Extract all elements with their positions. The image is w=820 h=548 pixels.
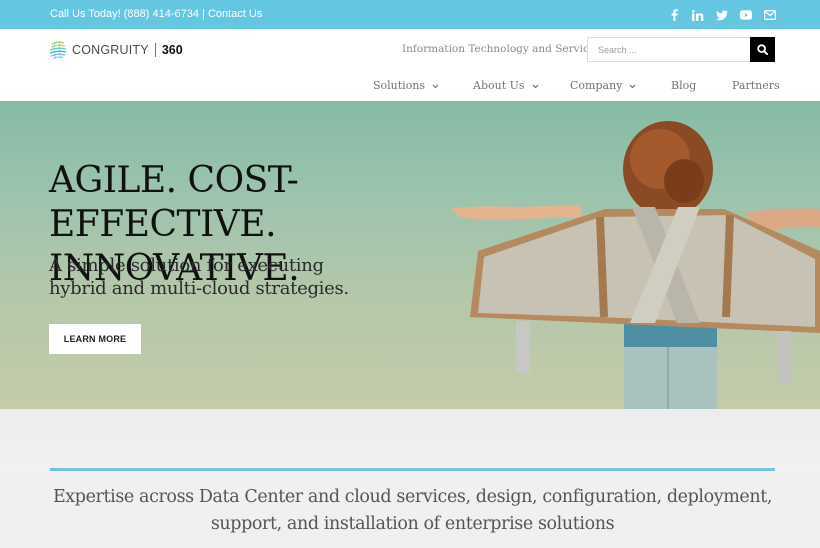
site-header: CONGRUITY 360 Information Technology and… [0, 29, 820, 101]
contact-us-link[interactable]: Contact Us [208, 8, 262, 20]
nav-item-partners[interactable]: Partners [732, 79, 780, 92]
chevron-down-icon [432, 84, 439, 89]
phone-text: Call Us Today! (888) 414-6734 | [50, 8, 208, 20]
logo-mark-icon [49, 41, 67, 60]
nav-item-label: Company [570, 79, 623, 92]
chevron-down-icon [629, 84, 636, 89]
site-logo[interactable]: CONGRUITY 360 [49, 39, 183, 61]
facebook-icon[interactable] [668, 8, 680, 22]
logo-wordmark: CONGRUITY [72, 43, 149, 57]
headline-line-1: AGILE. COST-EFFECTIVE. [49, 160, 299, 245]
subheadline-line-1: A simple solution for executing [49, 255, 324, 276]
nav-item-solutions[interactable]: Solutions [373, 79, 439, 92]
search-input[interactable] [588, 38, 751, 61]
expertise-line-2: support, and installation of enterprise … [210, 514, 615, 534]
nav-item-label: Partners [732, 79, 780, 92]
hero-banner: AGILE. COST-EFFECTIVE. INNOVATIVE. A sim… [0, 101, 820, 409]
contact-info: Call Us Today! (888) 414-6734 | Contact … [50, 8, 262, 20]
email-icon[interactable] [764, 8, 776, 22]
main-nav: Solutions About Us Company Blog Partners [0, 79, 820, 95]
expertise-line-1: Expertise across Data Center and cloud s… [52, 487, 773, 507]
site-tagline: Information Technology and Services [402, 43, 601, 55]
nav-item-label: About Us [473, 79, 525, 92]
nav-item-about-us[interactable]: About Us [473, 79, 539, 92]
section-divider [50, 468, 775, 471]
nav-item-label: Solutions [373, 79, 426, 92]
learn-more-button[interactable]: LEARN MORE [49, 324, 141, 354]
twitter-icon[interactable] [716, 8, 728, 22]
subheadline-line-2: hybrid and multi-cloud strategies. [49, 278, 349, 299]
logo-number: 360 [161, 43, 183, 57]
search-form [587, 37, 775, 62]
search-button[interactable] [750, 37, 775, 62]
top-bar: Call Us Today! (888) 414-6734 | Contact … [0, 0, 820, 29]
nav-item-company[interactable]: Company [570, 79, 636, 92]
logo-divider [154, 43, 156, 57]
hero-subheadline: A simple solution for executing hybrid a… [49, 254, 409, 300]
nav-item-label: Blog [671, 79, 697, 92]
nav-item-blog[interactable]: Blog [671, 79, 696, 92]
linkedin-icon[interactable] [692, 8, 704, 22]
social-links [668, 8, 776, 22]
expertise-section: Expertise across Data Center and cloud s… [0, 409, 820, 548]
chevron-down-icon [532, 84, 538, 89]
youtube-icon[interactable] [740, 8, 752, 22]
search-icon [757, 44, 768, 55]
expertise-text: Expertise across Data Center and cloud s… [40, 484, 785, 538]
